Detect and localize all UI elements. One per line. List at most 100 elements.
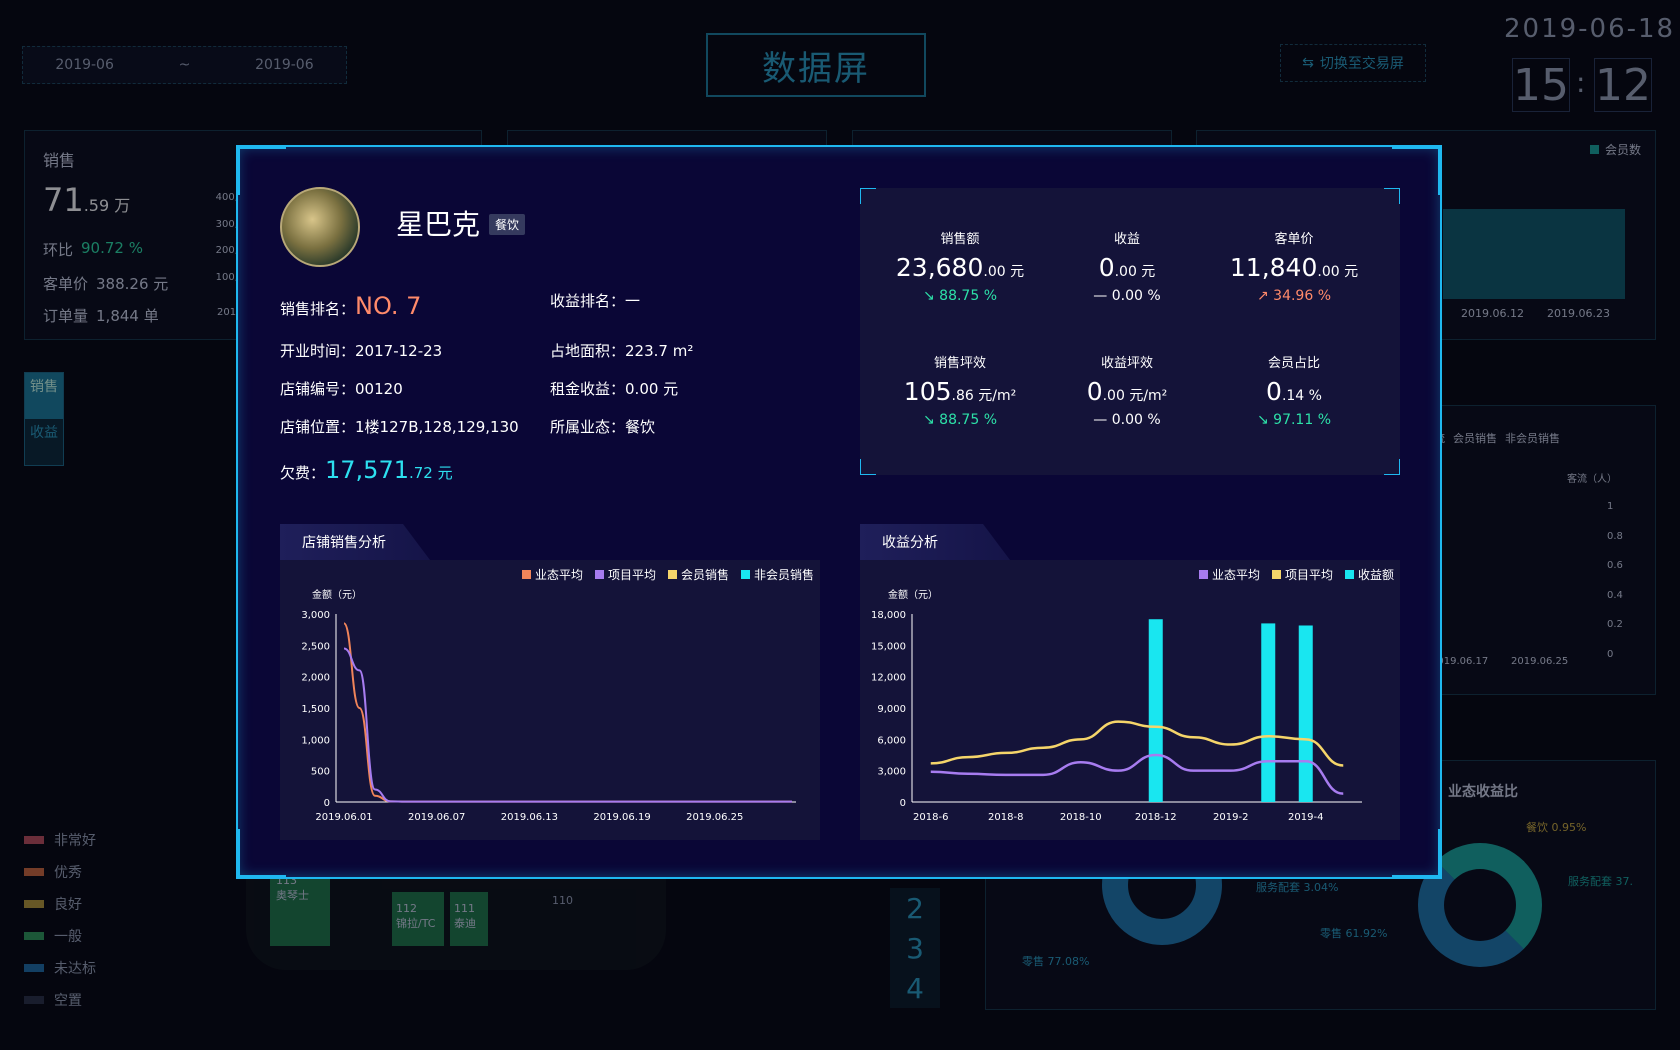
metric-change: — 0.00 % [1093, 412, 1161, 428]
legend-swatch [24, 900, 44, 908]
x-tick-label: 2018-12 [1135, 812, 1177, 823]
metric-change: ↘ 88.75 % [922, 288, 998, 304]
metric-cell: 收益坪效 0.00 元/m² — 0.00 % [1037, 352, 1217, 428]
x-tick-label: 2019.06.01 [315, 812, 372, 823]
legend-label: 非常好 [54, 833, 96, 849]
donut2-label-service: 服务配套 37. [1568, 875, 1633, 888]
page-number-3[interactable]: 3 [890, 928, 940, 968]
member-date-2: 2019.06.23 [1547, 307, 1610, 320]
page-number-4[interactable]: 4 [890, 968, 940, 1008]
y-tick-label: 1,500 [301, 704, 330, 715]
switch-icon: ⇆ [1302, 55, 1314, 71]
income-rank: 收益排名：一 [550, 292, 641, 310]
flow-legend: 客流会员销售非会员销售 [1423, 432, 1560, 445]
shop-number: 店铺编号：00120 [280, 380, 403, 398]
legend-item[interactable]: 空置 [24, 990, 82, 1010]
store-sales-panel: 业态平均 项目平均 会员销售 非会员销售 金额（元） 3,000 2,500 2,00… [280, 560, 820, 840]
switch-screen-button[interactable]: ⇆ 切换至交易屏 [1280, 44, 1426, 82]
x-tick-label: 2018-6 [913, 812, 948, 823]
metric-value: 11,840.00 元 [1229, 253, 1359, 282]
income-panel: 业态平均 项目平均 收益额 金额（元） 18,000 15,000 12,000 9,0… [860, 560, 1400, 840]
y-tick-label: 6,000 [877, 735, 906, 746]
clock-hour: 15 [1512, 58, 1570, 112]
shop-format: 所属业态：餐饮 [550, 418, 656, 436]
member-area [1443, 209, 1625, 299]
metric-value: 23,680.00 元 [895, 253, 1025, 282]
map-unit-110[interactable]: 110 [552, 894, 573, 907]
shop-name: 星巴克 [396, 208, 481, 241]
metric-change: ↗ 34.96 % [1256, 288, 1332, 304]
legend-item[interactable]: 良好 [24, 894, 82, 914]
switch-label: 切换至交易屏 [1319, 56, 1404, 72]
metric-title: 收益 [1113, 232, 1140, 247]
legend-item[interactable]: 优秀 [24, 862, 82, 882]
metric-title: 收益坪效 [1100, 356, 1153, 371]
trend-down-icon: ↘ [1256, 412, 1269, 428]
y-tick-label: 2,000 [301, 673, 330, 684]
side-tab-income[interactable]: 收益 [25, 419, 63, 465]
clock-minute: 12 [1594, 58, 1652, 112]
legend-label: 空置 [54, 993, 82, 1009]
side-tab-group: 销售 收益 [24, 372, 64, 466]
legend-item[interactable]: 非常好 [24, 830, 96, 850]
sales-value: 71.59 万 [43, 181, 131, 219]
y-tick-label: 0 [324, 798, 330, 809]
map-unit-113[interactable]: 113 奥琴士 [270, 868, 330, 946]
flow-axis-label: 客流（人） [1567, 474, 1617, 485]
income-bar[interactable] [1298, 625, 1313, 802]
metric-cell: 收益 0.00 元 — 0.00 % [1037, 228, 1217, 304]
date-start[interactable]: 2019-06 [55, 57, 114, 73]
metric-cell: 销售额 23,680.00 元 ↘ 88.75 % [870, 228, 1050, 304]
y-tick-label: 1,000 [301, 735, 330, 746]
map-unit-112[interactable]: 112 锦拉/TC [392, 892, 444, 946]
metrics-panel: 销售额 23,680.00 元 ↘ 88.75 % 收益 0.00 元 — 0.00 % 客… [860, 188, 1400, 475]
donut1-label-service: 服务配套 3.04% [1256, 881, 1339, 894]
metric-value: 0.14 % [1266, 377, 1322, 406]
legend-item[interactable]: 未达标 [24, 958, 96, 978]
income-bar[interactable] [1148, 619, 1163, 802]
series-line-project-avg [930, 720, 1344, 767]
metric-title: 销售额 [940, 232, 980, 247]
x-tick-label: 2018-10 [1060, 812, 1102, 823]
y-axis-label: 金额（元） [312, 588, 362, 601]
unit-price-row: 客单价 388.26 元 [43, 275, 169, 293]
hb-row: 环比 90.72 % [43, 239, 143, 259]
flow-chart-card: 客流会员销售非会员销售 客流（人） 10.80.60.40.20 2019.06… [1420, 405, 1656, 695]
metric-change: ↘ 97.11 % [1256, 412, 1332, 428]
metric-cell: 客单价 11,840.00 元 ↗ 34.96 % [1204, 228, 1384, 304]
member-date-1: 2019.06.12 [1461, 307, 1524, 320]
y-tick-label: 12,000 [871, 673, 906, 684]
date-end[interactable]: 2019-06 [255, 57, 314, 73]
legend-item[interactable]: 一般 [24, 926, 82, 946]
flow-date-2: 2019.06.25 [1511, 656, 1569, 667]
rent-income: 租金收益：0.00 元 [550, 380, 679, 398]
metric-value: 0.00 元/m² [1086, 377, 1168, 406]
flow-ticks: 1 0.8 0.6 0.4 0.2 0 [1607, 501, 1623, 660]
trend-flat-icon: — [1093, 412, 1108, 428]
page-title: 数据屏 [706, 33, 926, 97]
legend-swatch [24, 996, 44, 1004]
corner-bl [236, 829, 286, 879]
income-bar[interactable] [1261, 623, 1276, 802]
y-tick-label: 500 [311, 767, 330, 778]
donut2-label-retail: 零售 61.92% [1320, 927, 1388, 940]
x-tick-label: 2018-8 [988, 812, 1023, 823]
y-tick-label: 2,500 [301, 641, 330, 652]
x-tick-label: 2019.06.07 [408, 812, 465, 823]
map-unit-111[interactable]: 111 泰迪 [450, 892, 488, 946]
store-sales-chart: 金额（元） 3,000 2,500 2,000 1,500 1,000 500 0 2019.0… [301, 588, 796, 823]
metric-change: ↘ 88.75 % [922, 412, 998, 428]
x-tick-label: 2019.06.13 [501, 812, 558, 823]
x-tick-label: 2019.06.19 [593, 812, 650, 823]
date-range-picker[interactable]: 2019-06 ~ 2019-06 [22, 46, 347, 84]
page-number-2[interactable]: 2 [890, 888, 940, 928]
arrears-int: 17,571 [325, 456, 409, 484]
y-tick-label: 3,000 [301, 610, 330, 621]
income-chart: 金额（元）18,00015,00012,0009,0006,0003,00002… [871, 588, 1362, 823]
side-tab-sales[interactable]: 销售 [25, 373, 63, 419]
x-tick-label: 2019.06.25 [686, 812, 743, 823]
arrears-dec: .72 元 [409, 464, 453, 482]
shop-location: 店铺位置：1楼127B,128,129,130 [280, 418, 519, 436]
series-line-industry-avg [343, 622, 792, 803]
y-tick-label: 15,000 [871, 641, 906, 652]
